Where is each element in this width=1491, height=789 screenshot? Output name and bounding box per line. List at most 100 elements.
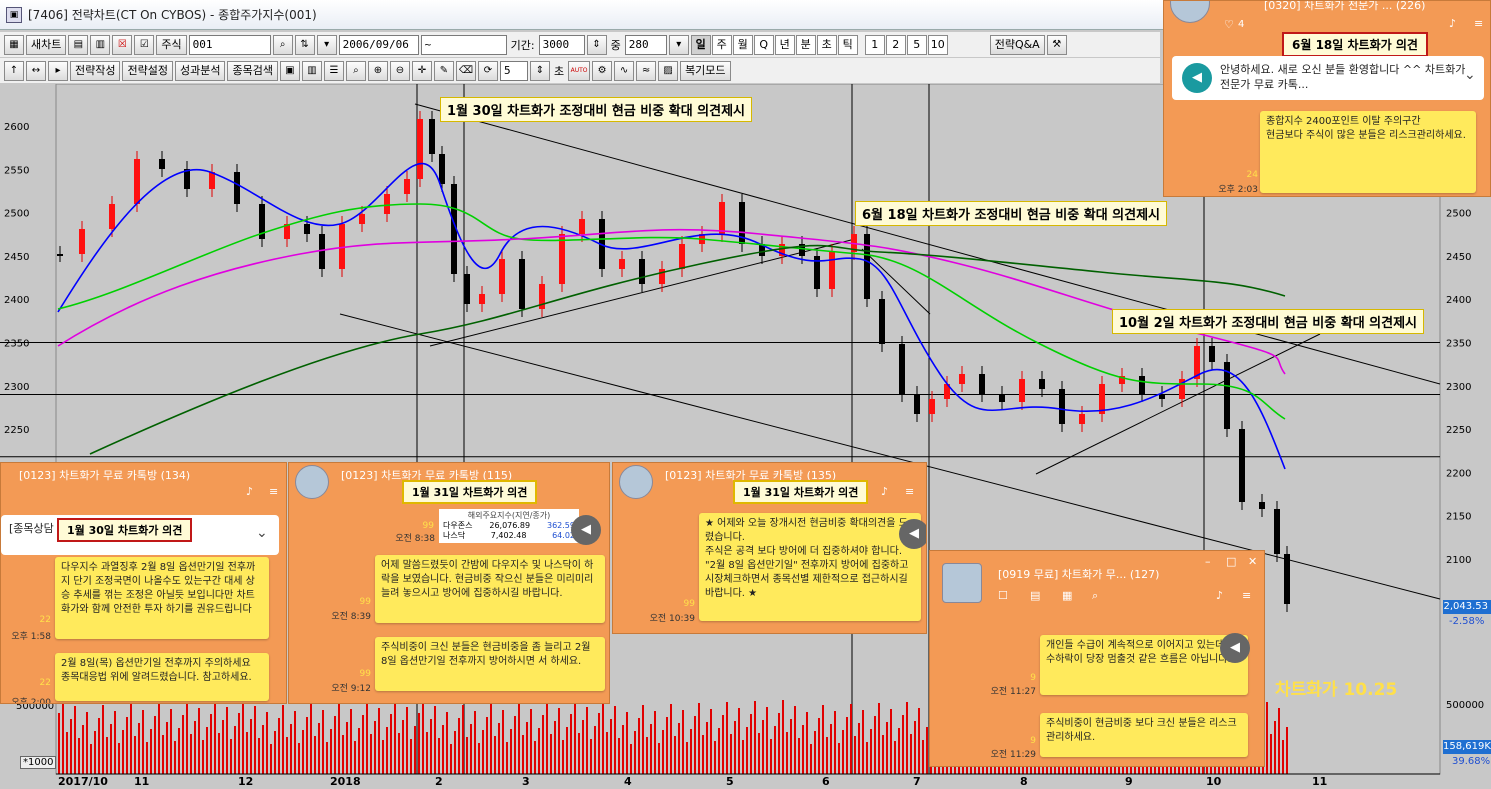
code-input[interactable]: 001 [188,34,271,55]
chat-window-oct[interactable]: [0919 무료] 차트화가 무... (127) – □ ✕ ☐ ▤ ▦ ⌕ … [929,550,1265,767]
chat-tag: 1월 31일 차트화가 의견 [402,480,538,504]
chevron-down-icon[interactable]: ⌄ [1464,67,1476,83]
search-icon[interactable]: ⌕ [272,34,293,55]
chevron-down-icon[interactable]: ▾ [668,34,689,55]
volume-bar [410,739,412,774]
layout-icon[interactable]: ▦ [4,34,24,55]
candle-body [429,119,435,154]
volume-bar [582,720,584,774]
notice-banner[interactable]: 안녕하세요. 새로 오신 분들 환영합니다 ^^ 차트화가 전문가 무료 카톡.… [1172,56,1484,100]
eraser-icon[interactable]: ⌫ [455,60,476,81]
stock-search-button[interactable]: 종목검색 [227,60,278,81]
split-icon[interactable]: ▥ [301,60,322,81]
delete-icon[interactable]: ☒ [112,34,133,55]
volume-bar [874,716,876,774]
volume-bar [778,713,780,774]
maximize-icon[interactable]: □ [1226,555,1236,568]
chevron-down-icon[interactable]: ⌄ [256,525,268,541]
volume-bar [218,733,220,774]
period-button[interactable]: 분 [795,34,816,55]
spin-icon[interactable]: ⇕ [586,34,607,55]
period-button[interactable]: 틱 [837,34,858,55]
period-button[interactable]: 일 [690,34,711,55]
calendar-icon[interactable]: ▦ [1062,589,1072,602]
period-input[interactable]: 3000 [538,34,585,55]
bell-icon[interactable]: ♪ [1449,17,1456,30]
volume-bar [162,735,164,774]
period-button[interactable]: 주 [711,34,732,55]
seconds-input[interactable]: 5 [499,60,528,81]
end-date-input[interactable]: ~ 2018/10/25 [420,34,507,69]
window-icon[interactable]: ▣ [279,60,300,81]
chat-window-jun18[interactable]: [0320] 차트화가 전문가 ... (226) ♡ 4 ♪ ≡ 6월 18일… [1163,0,1491,197]
check-icon[interactable]: ☑ [134,34,155,55]
candle-body [914,394,920,414]
period-button[interactable]: Q [753,34,774,55]
line-chart-icon[interactable]: ∿ [614,60,635,81]
zoom-out-icon[interactable]: ⊖ [389,60,410,81]
chat-icon[interactable]: ☐ [998,589,1008,602]
heart-icon[interactable]: ♡ [1224,18,1234,31]
zoom-icon[interactable]: ⌕ [345,60,366,81]
spin-icon[interactable]: ⇕ [529,60,550,81]
period-button[interactable]: 5 [906,34,927,55]
settings-icon[interactable]: ⚙ [592,60,613,81]
strategy-setting-button[interactable]: 전략설정 [122,60,173,81]
volume-bar [682,710,684,774]
start-date-input[interactable]: 2006/09/06 [338,34,419,55]
pointer-icon[interactable]: ▸ [48,60,68,81]
open-icon[interactable]: ▤ [68,34,89,55]
chat-window-jan31-a[interactable]: [0123] 차트화가 무료 카톡방 (115) 1월 31일 차트화가 의견 … [288,462,610,704]
chat-window-jan31-b[interactable]: [0123] 차트화가 무료 카톡방 (135) ♪ ≡ 1월 31일 차트화가… [612,462,927,634]
count-input[interactable]: 280 [624,34,667,55]
up-arrow-icon[interactable]: ↑ [4,60,24,81]
refresh-icon[interactable]: ⟳ [477,60,498,81]
period-button[interactable]: 1 [864,34,885,55]
zoom-in-icon[interactable]: ⊕ [367,60,388,81]
volume-bar [146,742,148,774]
volume-bar [262,725,264,774]
bell-icon[interactable]: ♪ [881,485,888,498]
sort-icon[interactable]: ⇅ [294,34,315,55]
period-button[interactable]: 초 [816,34,837,55]
pencil-icon[interactable]: ✎ [433,60,454,81]
period-button[interactable]: 월 [732,34,753,55]
close-icon[interactable]: ✕ [1248,555,1257,568]
strategy-qa-button[interactable]: 전략Q&A [989,34,1045,55]
file-icon[interactable]: ▤ [1030,589,1040,602]
performance-analysis-button[interactable]: 성과분석 [174,60,226,81]
new-chart-button[interactable]: 새차트 [26,34,67,55]
message-bubble: 개인들 수급이 계속적으로 이어지고 있는데 지수하락이 당장 멈출것 같은 흐… [1040,635,1248,695]
menu-icon[interactable]: ≡ [1242,589,1251,602]
crosshair-icon[interactable]: ✛ [411,60,432,81]
menu-icon[interactable]: ≡ [1474,17,1483,30]
wrench-icon[interactable]: ⚒ [1046,34,1067,55]
chat-window-jan30[interactable]: [0123] 차트화가 무료 카톡방 (134) ♪ ≡ [종목상담 1월 30… [0,462,287,704]
strategy-make-button[interactable]: 전략작성 [70,60,121,81]
menu-icon[interactable]: ≡ [269,485,278,498]
period-button[interactable]: 10 [927,34,948,55]
replay-mode-button[interactable]: 복기모드 [680,60,731,81]
candle-body [979,374,985,394]
expand-icon[interactable]: ↔ [26,60,46,81]
candle-body [1079,414,1085,424]
market-select[interactable]: 주식 [156,34,187,55]
bell-icon[interactable]: ♪ [246,485,253,498]
volume-bar [414,726,416,774]
period-button[interactable]: 2 [885,34,906,55]
chevron-down-icon[interactable]: ▾ [316,34,337,55]
list-icon[interactable]: ☰ [323,60,344,81]
volume-bar [578,733,580,774]
period-button[interactable]: 년 [774,34,795,55]
menu-icon[interactable]: ≡ [905,485,914,498]
wave-icon[interactable]: ≈ [636,60,657,81]
image-icon[interactable]: ▨ [658,60,679,81]
search-icon[interactable]: ⌕ [1092,589,1098,603]
volume-bar [502,710,504,774]
y-tick-label-right: 2300 [1446,382,1471,393]
volume-bar [818,718,820,774]
auto-button[interactable]: AUTO [568,60,591,81]
save-icon[interactable]: ▥ [90,34,111,55]
minimize-icon[interactable]: – [1205,555,1211,568]
bell-icon[interactable]: ♪ [1216,589,1223,602]
